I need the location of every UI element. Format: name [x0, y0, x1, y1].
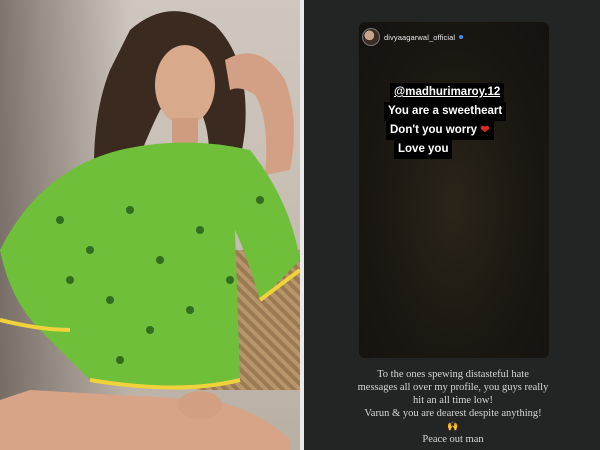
caption-line-4-wrap: Varun & you are dearest despite anything…: [306, 407, 600, 433]
caption-line-5: Peace out man: [422, 434, 484, 445]
caption-line-4: Varun & you are dearest despite anything…: [364, 408, 542, 419]
caption: To the ones spewing distasteful hate mes…: [306, 368, 600, 446]
caption-line-1: To the ones spewing distasteful hate: [377, 369, 529, 380]
story-card: [359, 22, 549, 358]
person-illustration: [0, 11, 300, 450]
person-photo: [0, 0, 300, 450]
story-username[interactable]: divyaagarwal_official: [384, 33, 455, 42]
story-line-3: Don't you worry ❤: [386, 121, 494, 140]
story-line-2: You are a sweetheart: [384, 102, 507, 121]
verified-icon: [459, 35, 464, 39]
story-header: divyaagarwal_official: [362, 28, 464, 46]
avatar[interactable]: [362, 28, 380, 46]
raised-hands-icon: 🙌: [447, 421, 459, 431]
story-line-mention: @madhurimaroy.12: [390, 83, 505, 102]
story-line-3-text: Don't you worry: [390, 124, 478, 136]
caption-line-2: messages all over my profile, you guys r…: [357, 382, 549, 393]
caption-line-3: hit an all time low!: [413, 395, 493, 406]
heart-icon: ❤: [480, 124, 490, 136]
story-line-4: Love you: [394, 140, 453, 159]
mention-link[interactable]: @madhurimaroy.12: [394, 86, 500, 98]
story-text: @madhurimaroy.12 You are a sweetheart Do…: [384, 83, 507, 159]
